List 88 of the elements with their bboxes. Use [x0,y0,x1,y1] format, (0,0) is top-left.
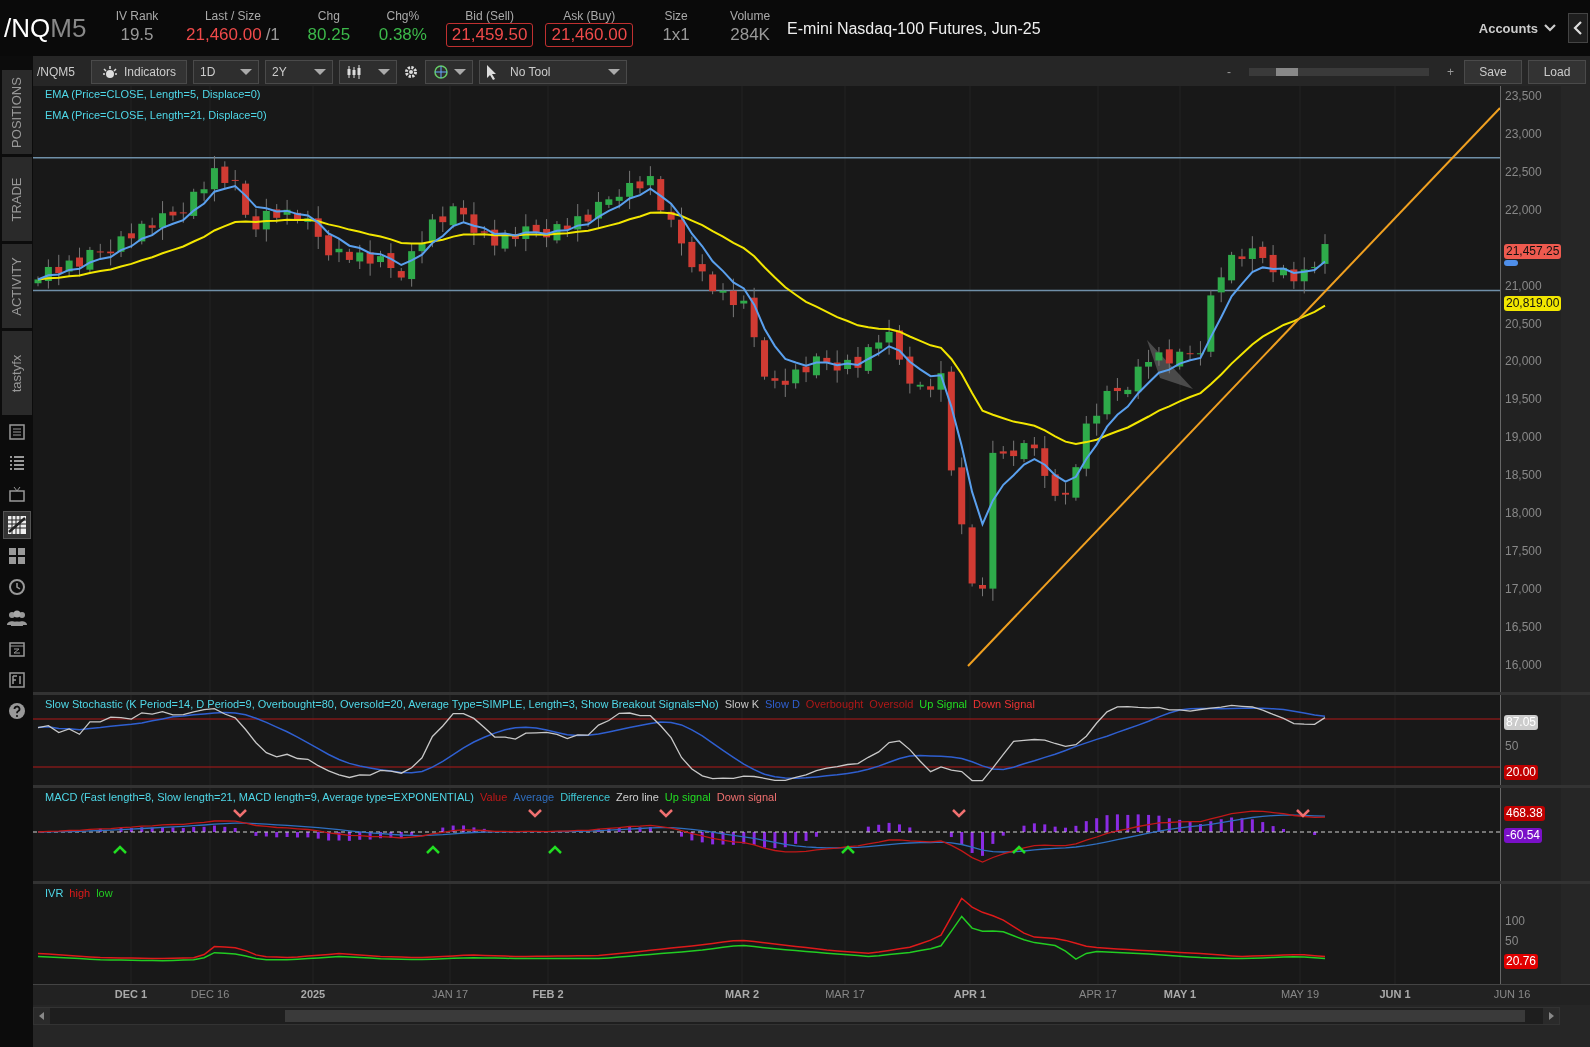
date-tick: JUN 1 [1379,988,1411,1000]
date-tick: JAN 17 [431,988,469,1000]
date-tick: DEC 16 [190,988,230,1000]
quote-value: 284K [729,24,771,46]
quote-label: Chg [317,9,340,23]
quote-value: 0.38% [377,24,428,46]
quote-label: IV Rank [115,9,159,23]
quote-value: 21,459.50 [445,23,534,47]
legend-label: Average [513,791,555,803]
sidebar-tab[interactable]: TRADE [1,157,32,241]
price-tick: 17,500 [1504,544,1543,559]
sidebar-tab[interactable]: tastyfx [1,331,32,415]
price-tick: 22,000 [1504,202,1543,217]
save-button[interactable]: Save [1464,60,1522,84]
legend-label: Slow D [765,698,800,710]
axis-tick: 50 [1505,934,1519,948]
instrument-description: E-mini Nasdaq-100 Futures, Jun-25 [787,20,1041,38]
sidebar-tab[interactable]: POSITIONS [1,70,32,154]
date-tick: APR 1 [953,988,987,1000]
date-tick: APR 17 [1079,988,1117,1000]
value-badge: 20.00 [1504,765,1539,780]
legend-label: Up signal [664,791,711,803]
price-badge: 21,457.25 [1504,244,1562,259]
study-label: EMA (Price=CLOSE, Length=5, Displace=0) [45,88,262,100]
price-tick: 21,000 [1504,278,1543,293]
study-label: IVR [45,887,64,899]
date-tick: MAY 19 [1280,988,1320,1000]
chart-symbol: /NQM5 [37,65,76,79]
date-tick: MAY 1 [1163,988,1197,1000]
legend-label: low [96,887,113,899]
legend-label: Down signal [716,791,777,803]
quote-label: Chg% [386,9,420,23]
price-tick: 19,000 [1504,430,1543,445]
price-tick: 22,500 [1504,164,1543,179]
legend-label: Zero line [616,791,659,803]
range-dropdown[interactable]: 2Y [265,60,334,84]
price-tick: 23,500 [1504,89,1543,103]
legend-label: Slow K [724,698,759,710]
price-tick: 16,000 [1504,657,1543,672]
price-tick: 23,000 [1504,126,1543,141]
quote-label: Size [664,9,688,23]
date-tick: FEB 2 [532,988,564,1000]
zoom-in-button[interactable]: + [1443,65,1458,79]
legend-label: Oversold [869,698,914,710]
quote-value: 19.5 [119,24,155,46]
legend-label: Overbought [805,698,864,710]
value-badge: 20.76 [1504,954,1539,969]
study-label: EMA (Price=CLOSE, Length=21, Displace=0) [45,109,267,121]
date-tick: DEC 1 [114,988,148,1000]
value-badge: 468.38 [1504,806,1545,821]
date-tick: JUN 16 [1493,988,1531,1000]
load-button[interactable]: Load [1528,60,1586,84]
price-tick: 17,000 [1504,582,1543,596]
price-tick: 20,000 [1504,354,1543,369]
quote-label: Ask (Buy) [563,9,616,23]
axis-tick: 100 [1505,914,1526,928]
price-tick: 20,500 [1504,316,1543,331]
quote-value: 80.25 [306,24,352,46]
tool-dropdown[interactable]: No Tool [479,60,628,84]
date-tick: MAR 2 [724,988,760,1000]
date-tick: MAR 17 [825,988,865,1000]
date-tick: 2025 [300,988,326,1000]
zoom-out-button[interactable]: - [1223,65,1235,79]
legend-label: Up Signal [919,698,968,710]
value-badge: -60.54 [1504,828,1543,843]
legend-label: Difference [560,791,611,803]
quote-label: Last / Size [204,9,261,23]
study-label: MACD (Fast length=8, Slow length=21, MACD length=9, Average type=EXPONENTIAL) [45,791,474,803]
price-tick: 19,500 [1504,392,1543,407]
symbol-title: /NQM5 [4,12,88,44]
legend-label: high [69,887,91,899]
quote-label: Volume [730,9,771,23]
indicators-button[interactable]: Indicators [91,60,188,84]
quote-label: Bid (Sell) [465,9,514,23]
price-badge: 20,819.00 [1504,296,1562,311]
aggregation-dropdown[interactable]: 1D [193,60,260,84]
legend-label: Down Signal [973,698,1035,710]
study-label: Slow Stochastic (K Period=14, D Period=9, Overbought=80, Oversold=20, Average Type=SIMPLE, Length=3, Show Breakout Signals=No) [45,698,719,710]
quote-value: 21,460.00 [545,23,634,47]
legend-label: Value [480,791,508,803]
quote-value: 21,460.00 /1 [185,24,281,46]
sidebar-tab[interactable]: ACTIVITY [1,244,32,328]
price-tick: 18,000 [1504,506,1543,521]
accounts-menu[interactable]: Accounts [1472,19,1562,37]
price-tick: 18,500 [1504,468,1543,483]
quote-value: 1x1 [661,24,691,46]
axis-tick: 50 [1505,739,1519,753]
price-tick: 16,500 [1504,619,1543,634]
